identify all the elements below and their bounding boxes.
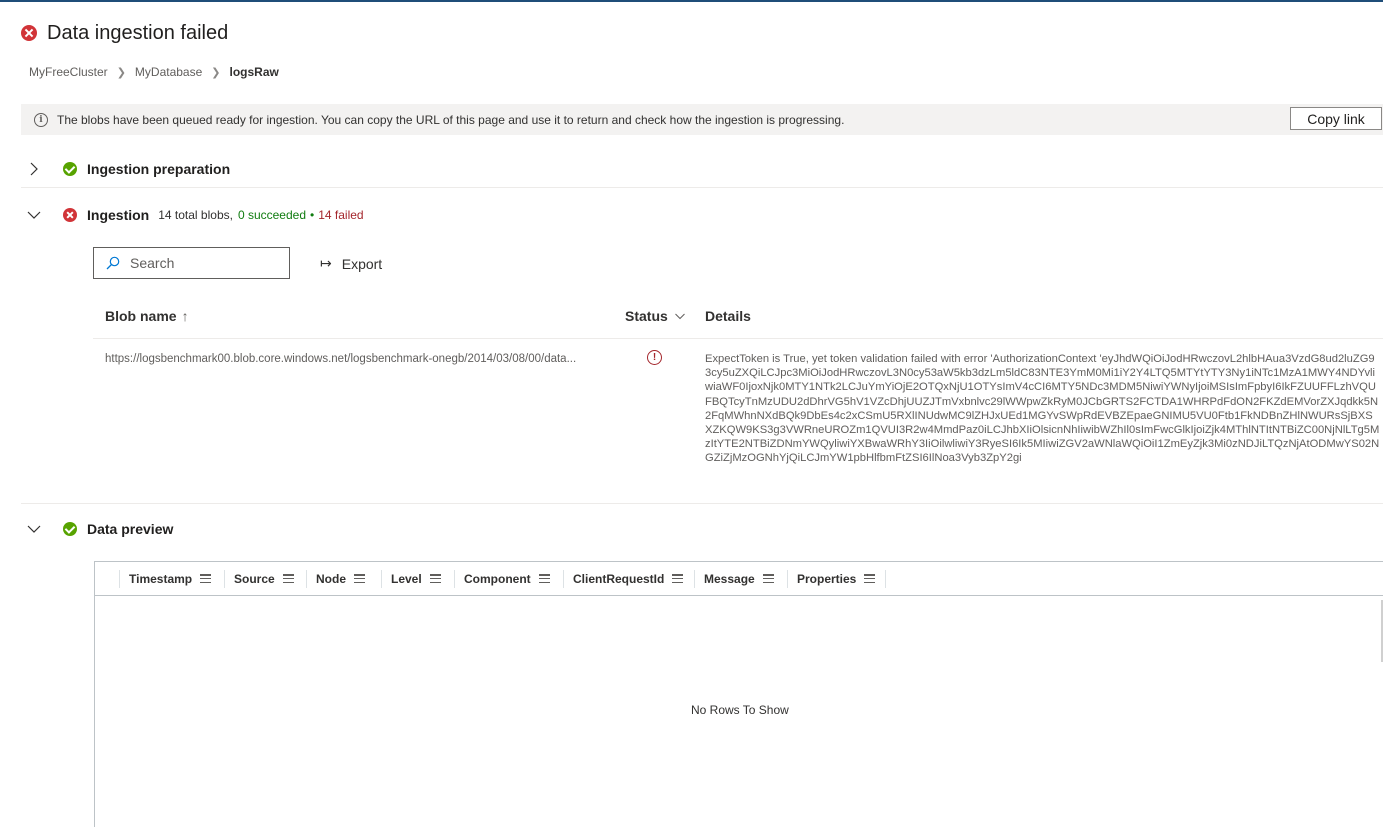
blob-name-cell[interactable]: https://logsbenchmark00.blob.core.window… (105, 353, 615, 365)
grid-column-label: Properties (797, 571, 857, 586)
grid-column-label: ClientRequestId (573, 571, 665, 586)
total-blobs-count: 14 total blobs, (158, 208, 233, 222)
sort-ascending-icon: ↑ (181, 308, 189, 324)
chevron-right-icon[interactable] (23, 158, 45, 180)
section-title: Ingestion (87, 207, 150, 223)
grid-column-properties[interactable]: Properties (787, 569, 886, 588)
column-menu-icon[interactable] (762, 574, 774, 583)
chevron-down-icon (674, 313, 685, 320)
info-icon: i (34, 112, 48, 127)
section-title: Data preview (87, 521, 174, 537)
grid-column-source[interactable]: Source (224, 569, 306, 588)
column-menu-icon[interactable] (672, 574, 684, 583)
grid-column-clientrequestid[interactable]: ClientRequestId (563, 569, 694, 588)
column-menu-icon[interactable] (429, 574, 441, 583)
summary-separator: • (310, 208, 315, 222)
column-menu-icon[interactable] (864, 574, 876, 583)
grid-column-label: Timestamp (129, 571, 193, 586)
column-header-details: Details (705, 308, 751, 324)
column-menu-icon[interactable] (282, 574, 294, 583)
section-data-preview[interactable]: Data preview (21, 518, 173, 540)
error-status-icon: ! (647, 350, 662, 365)
success-icon (63, 162, 77, 176)
section-divider (21, 187, 1383, 188)
page-title: Data ingestion failed (47, 21, 229, 44)
column-menu-icon[interactable] (354, 574, 365, 583)
section-ingestion[interactable]: Ingestion 14 total blobs, 0 succeeded • 14 … (21, 204, 364, 226)
success-icon (63, 522, 77, 536)
column-header-label: Blob name (105, 308, 177, 324)
grid-column-message[interactable]: Message (694, 569, 787, 588)
blob-details-cell: ExpectToken is True, yet token validatio… (705, 353, 1380, 465)
failed-count: 14 failed (318, 208, 364, 222)
grid-column-label: Source (234, 571, 275, 586)
grid-column-label: Level (391, 571, 422, 586)
info-message-text: The blobs have been queued ready for ing… (57, 112, 845, 127)
search-input[interactable] (128, 254, 282, 272)
top-accent-line (0, 0, 1383, 2)
page-header: Data ingestion failed (21, 20, 228, 46)
chevron-down-icon[interactable] (23, 518, 45, 540)
chevron-down-icon[interactable] (23, 204, 45, 226)
column-header-status[interactable]: Status (625, 308, 686, 324)
grid-header: Timestamp Source Node Level Component Cl… (95, 562, 1383, 596)
breadcrumb-item-cluster[interactable]: MyFreeCluster (29, 65, 108, 79)
chevron-right-icon: ❯ (211, 66, 221, 79)
column-header-label: Status (625, 308, 668, 324)
breadcrumb-item-table: logsRaw (229, 65, 279, 79)
copy-link-button[interactable]: Copy link (1290, 107, 1382, 130)
succeeded-count: 0 succeeded (237, 208, 307, 222)
table-header-divider (93, 338, 1383, 339)
grid-column-label: Component (464, 571, 531, 586)
grid-empty-message: No Rows To Show (691, 703, 789, 717)
breadcrumb-item-database[interactable]: MyDatabase (135, 65, 202, 79)
section-ingestion-preparation[interactable]: Ingestion preparation (21, 158, 230, 180)
section-title: Ingestion preparation (87, 161, 231, 177)
error-icon (63, 208, 77, 222)
data-preview-grid: Timestamp Source Node Level Component Cl… (94, 561, 1383, 827)
grid-column-component[interactable]: Component (454, 569, 563, 588)
grid-column-label: Message (704, 571, 755, 586)
export-button[interactable]: ↦ Export (320, 255, 382, 272)
grid-column-label: Node (316, 571, 346, 586)
ingestion-summary: 14 total blobs, 0 succeeded • 14 failed (158, 208, 363, 222)
export-arrow-icon: ↦ (320, 255, 332, 271)
column-header-label: Details (705, 308, 751, 324)
section-divider (21, 503, 1383, 504)
grid-column-timestamp[interactable]: Timestamp (119, 569, 224, 588)
error-icon (21, 25, 37, 41)
breadcrumb: MyFreeCluster ❯ MyDatabase ❯ logsRaw (29, 65, 279, 79)
export-label: Export (341, 255, 383, 272)
column-header-blob-name[interactable]: Blob name ↑ (105, 308, 189, 324)
column-menu-icon[interactable] (200, 574, 212, 583)
grid-column-level[interactable]: Level (381, 569, 454, 588)
info-message-bar: i The blobs have been queued ready for i… (21, 104, 1383, 135)
chevron-right-icon: ❯ (116, 66, 126, 79)
search-icon (106, 256, 120, 270)
search-box[interactable] (93, 247, 290, 279)
column-menu-icon[interactable] (538, 574, 550, 583)
grid-column-node[interactable]: Node (306, 569, 381, 588)
